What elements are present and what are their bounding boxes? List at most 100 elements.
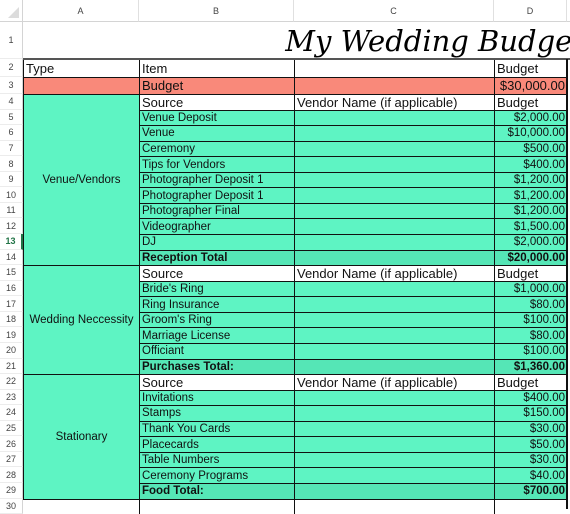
item-name[interactable]: Stamps	[139, 405, 294, 421]
item-amount[interactable]: $80.00	[494, 327, 567, 343]
item-name[interactable]: Venue Deposit	[139, 109, 294, 126]
row-header-27[interactable]: 27	[0, 451, 23, 468]
budget-row-label[interactable]: Budget	[139, 76, 294, 94]
item-amount[interactable]: $40.00	[494, 467, 567, 483]
budget-row-amount[interactable]: $30,000.00	[494, 76, 567, 94]
row-header-3[interactable]: 3	[0, 76, 23, 94]
budget-label[interactable]: Budget	[494, 94, 567, 110]
row-header-17[interactable]: 17	[0, 296, 23, 312]
budget-row-type[interactable]	[23, 76, 139, 94]
header-vendor[interactable]	[294, 59, 494, 77]
column-header-d[interactable]: D	[494, 0, 567, 22]
budget-row-vendor[interactable]	[294, 76, 494, 94]
item-vendor[interactable]	[294, 109, 494, 126]
next-row-vendor[interactable]	[294, 498, 494, 514]
row-header-15[interactable]: 15	[0, 265, 23, 281]
item-amount[interactable]: $10,000.00	[494, 125, 567, 141]
row-header-12[interactable]: 12	[0, 218, 23, 235]
row-header-23[interactable]: 23	[0, 389, 23, 406]
column-header-b[interactable]: B	[139, 0, 294, 22]
row-header-28[interactable]: 28	[0, 467, 23, 483]
section-type-2[interactable]: Stationary	[23, 374, 139, 499]
row-header-11[interactable]: 11	[0, 202, 23, 219]
row-header-9[interactable]: 9	[0, 171, 23, 188]
source-label[interactable]: Source	[139, 94, 294, 110]
item-vendor[interactable]	[294, 202, 494, 219]
row-header-30[interactable]: 30	[0, 498, 23, 514]
row-header-5[interactable]: 5	[0, 109, 23, 126]
item-name[interactable]: Ring Insurance	[139, 296, 294, 312]
item-name[interactable]: Invitations	[139, 389, 294, 406]
column-header-a[interactable]: A	[23, 0, 139, 22]
item-vendor[interactable]	[294, 327, 494, 343]
item-amount[interactable]: $150.00	[494, 405, 567, 421]
next-row-item[interactable]	[139, 498, 294, 514]
row-header-2[interactable]: 2	[0, 59, 23, 77]
next-row-budget[interactable]	[494, 498, 567, 514]
item-amount[interactable]: $2,000.00	[494, 234, 567, 250]
item-name[interactable]: Photographer Deposit 1	[139, 171, 294, 188]
item-vendor[interactable]	[294, 467, 494, 483]
header-type[interactable]: Type	[23, 59, 139, 77]
row-header-13[interactable]: 13	[0, 234, 23, 250]
item-vendor[interactable]	[294, 140, 494, 157]
vendor-name-label[interactable]: Vendor Name (if applicable)	[294, 94, 494, 110]
item-vendor[interactable]	[294, 311, 494, 328]
item-name[interactable]: Thank You Cards	[139, 420, 294, 437]
item-name[interactable]: Tips for Vendors	[139, 156, 294, 172]
item-amount[interactable]: $1,000.00	[494, 280, 567, 297]
row-header-26[interactable]: 26	[0, 436, 23, 452]
item-amount[interactable]: $30.00	[494, 451, 567, 468]
row-header-14[interactable]: 14	[0, 249, 23, 266]
item-name[interactable]: Videographer	[139, 218, 294, 235]
vendor-name-label[interactable]: Vendor Name (if applicable)	[294, 265, 494, 281]
total-amount[interactable]: $20,000.00	[494, 249, 567, 266]
item-amount[interactable]: $400.00	[494, 156, 567, 172]
row-header-25[interactable]: 25	[0, 420, 23, 437]
item-amount[interactable]: $400.00	[494, 389, 567, 406]
item-amount[interactable]: $30.00	[494, 420, 567, 437]
row-header-19[interactable]: 19	[0, 327, 23, 343]
item-amount[interactable]: $100.00	[494, 342, 567, 359]
item-name[interactable]: Ceremony	[139, 140, 294, 157]
row-header-16[interactable]: 16	[0, 280, 23, 297]
item-name[interactable]: Officiant	[139, 342, 294, 359]
item-name[interactable]: Placecards	[139, 436, 294, 452]
item-name[interactable]: Venue	[139, 125, 294, 141]
item-amount[interactable]: $1,200.00	[494, 202, 567, 219]
row-header-20[interactable]: 20	[0, 342, 23, 359]
item-amount[interactable]: $1,500.00	[494, 218, 567, 235]
item-amount[interactable]: $2,000.00	[494, 109, 567, 126]
total-label[interactable]: Purchases Total:	[139, 358, 294, 375]
total-vendor[interactable]	[294, 249, 494, 266]
row-header-21[interactable]: 21	[0, 358, 23, 375]
row-header-8[interactable]: 8	[0, 156, 23, 172]
item-vendor[interactable]	[294, 405, 494, 421]
item-name[interactable]: Photographer Deposit 1	[139, 187, 294, 203]
row-header-7[interactable]: 7	[0, 140, 23, 157]
row-header-6[interactable]: 6	[0, 125, 23, 141]
item-amount[interactable]: $1,200.00	[494, 171, 567, 188]
item-name[interactable]: Bride's Ring	[139, 280, 294, 297]
header-item[interactable]: Item	[139, 59, 294, 77]
row-header-24[interactable]: 24	[0, 405, 23, 421]
select-all-corner[interactable]	[0, 0, 23, 22]
item-vendor[interactable]	[294, 234, 494, 250]
item-vendor[interactable]	[294, 280, 494, 297]
row-header-1[interactable]: 1	[0, 22, 23, 59]
item-name[interactable]: Groom's Ring	[139, 311, 294, 328]
item-amount[interactable]: $50.00	[494, 436, 567, 452]
item-amount[interactable]: $100.00	[494, 311, 567, 328]
total-amount[interactable]: $700.00	[494, 483, 567, 499]
budget-label[interactable]: Budget	[494, 374, 567, 390]
header-budget[interactable]: Budget	[494, 59, 567, 77]
vendor-name-label[interactable]: Vendor Name (if applicable)	[294, 374, 494, 390]
item-name[interactable]: DJ	[139, 234, 294, 250]
item-name[interactable]: Table Numbers	[139, 451, 294, 468]
row-header-22[interactable]: 22	[0, 374, 23, 390]
next-section-type[interactable]	[23, 498, 139, 500]
row-header-18[interactable]: 18	[0, 311, 23, 328]
item-vendor[interactable]	[294, 389, 494, 406]
row-header-10[interactable]: 10	[0, 187, 23, 203]
item-amount[interactable]: $80.00	[494, 296, 567, 312]
